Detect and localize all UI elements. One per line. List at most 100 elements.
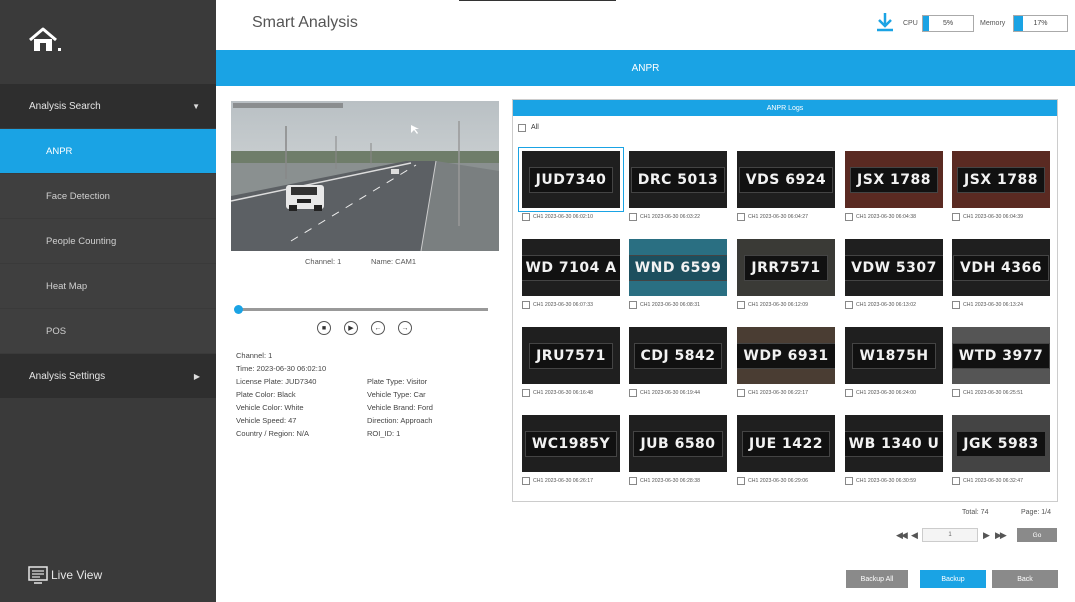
anpr-logs-panel: ANPR Logs All JUD7340 DRC 5013 VDS 6924 … <box>512 99 1058 502</box>
sidebar-item-people-counting[interactable]: People Counting <box>0 219 216 263</box>
log-thumbnail[interactable]: WC1985Y <box>522 415 620 472</box>
live-view-label: Live View <box>51 568 103 582</box>
timeline-handle[interactable] <box>234 305 243 314</box>
home-icon[interactable] <box>28 26 62 54</box>
log-checkbox[interactable] <box>845 213 853 221</box>
log-checkbox[interactable] <box>629 301 637 309</box>
log-checkbox[interactable] <box>522 301 530 309</box>
play-icon[interactable]: ▶ <box>344 321 358 335</box>
plate-text: JSX 1788 <box>850 166 938 193</box>
log-caption: CH1 2023-06-30 06:02:10 <box>533 214 593 220</box>
log-checkbox[interactable] <box>629 213 637 221</box>
plate-text: JSX 1788 <box>957 166 1045 193</box>
sidebar-item-face-detection[interactable]: Face Detection <box>0 174 216 218</box>
log-thumbnail[interactable]: WND 6599 <box>629 239 727 296</box>
logs-header: ANPR Logs <box>513 100 1057 116</box>
detail-vehicle-type: Vehicle Type: Car <box>367 390 426 399</box>
top-bar: Smart Analysis CPU 5% Memory 17% <box>216 0 1075 50</box>
log-thumbnail[interactable]: CDJ 5842 <box>629 327 727 384</box>
log-caption: CH1 2023-06-30 06:13:24 <box>963 302 1023 308</box>
log-thumbnail[interactable]: JSX 1788 <box>952 151 1050 208</box>
analysis-search-menu[interactable]: Analysis Search ▼ <box>0 84 216 128</box>
page-number-input[interactable]: 1 <box>922 528 978 542</box>
playback-timeline[interactable] <box>234 305 488 314</box>
sidebar-item-label: People Counting <box>46 235 117 247</box>
live-view-button[interactable]: Live View <box>28 566 102 584</box>
detail-license-plate: License Plate: JUD7340 <box>236 377 317 386</box>
log-thumbnail[interactable]: VDW 5307 <box>845 239 943 296</box>
plate-text: CDJ 5842 <box>633 342 723 369</box>
log-caption: CH1 2023-06-30 06:04:39 <box>963 214 1023 220</box>
log-checkbox[interactable] <box>522 389 530 397</box>
next-page-icon[interactable]: ▶ <box>983 530 990 541</box>
log-checkbox[interactable] <box>845 477 853 485</box>
log-checkbox[interactable] <box>522 213 530 221</box>
plate-text: WB 1340 U <box>845 430 943 457</box>
log-thumbnail[interactable]: VDS 6924 <box>737 151 835 208</box>
log-thumbnail[interactable]: JGK 5983 <box>952 415 1050 472</box>
previous-icon[interactable]: ← <box>371 321 385 335</box>
download-icon[interactable] <box>876 12 894 32</box>
log-caption: CH1 2023-06-30 06:29:06 <box>748 478 808 484</box>
backup-all-button[interactable]: Backup All <box>846 570 908 588</box>
log-checkbox[interactable] <box>737 477 745 485</box>
log-checkbox[interactable] <box>629 389 637 397</box>
log-checkbox[interactable] <box>952 213 960 221</box>
log-checkbox[interactable] <box>737 301 745 309</box>
log-checkbox[interactable] <box>952 477 960 485</box>
log-checkbox[interactable] <box>629 477 637 485</box>
select-all-checkbox[interactable] <box>518 124 526 132</box>
plate-text: JRU7571 <box>529 342 613 369</box>
log-checkbox[interactable] <box>845 389 853 397</box>
sidebar-item-anpr[interactable]: ANPR <box>0 129 216 173</box>
log-caption: CH1 2023-06-30 06:25:51 <box>963 390 1023 396</box>
stop-icon[interactable]: ■ <box>317 321 331 335</box>
plate-text: WDP 6931 <box>737 342 835 369</box>
plate-text: JUB 6580 <box>633 430 723 457</box>
log-checkbox[interactable] <box>737 389 745 397</box>
log-thumbnail[interactable]: VDH 4366 <box>952 239 1050 296</box>
sidebar-item-pos[interactable]: POS <box>0 309 216 353</box>
video-player[interactable] <box>231 101 499 251</box>
first-page-icon[interactable]: ◀◀ <box>896 530 908 541</box>
log-thumbnail[interactable]: JRR7571 <box>737 239 835 296</box>
cpu-label: CPU <box>903 20 918 27</box>
analysis-settings-menu[interactable]: Analysis Settings ▶ <box>0 354 216 398</box>
log-thumbnail[interactable]: WTD 3977 <box>952 327 1050 384</box>
log-thumbnail[interactable]: WD 7104 A <box>522 239 620 296</box>
backup-button[interactable]: Backup <box>920 570 986 588</box>
log-caption: CH1 2023-06-30 06:24:00 <box>856 390 916 396</box>
log-thumbnail[interactable]: JUE 1422 <box>737 415 835 472</box>
log-thumbnail[interactable]: WDP 6931 <box>737 327 835 384</box>
detail-time: Time: 2023-06-30 06:02:10 <box>236 364 327 373</box>
sidebar-item-heat-map[interactable]: Heat Map <box>0 264 216 308</box>
prev-page-icon[interactable]: ◀ <box>911 530 918 541</box>
sidebar-item-label: Face Detection <box>46 190 110 202</box>
memory-meter: 17% <box>1013 15 1068 32</box>
detail-vehicle-brand: Vehicle Brand: Ford <box>367 403 433 412</box>
log-thumbnail[interactable]: W1875H <box>845 327 943 384</box>
plate-text: WTD 3977 <box>952 342 1050 369</box>
plate-text: VDH 4366 <box>952 254 1049 281</box>
log-checkbox[interactable] <box>845 301 853 309</box>
log-thumbnail[interactable]: DRC 5013 <box>629 151 727 208</box>
last-page-icon[interactable]: ▶▶ <box>995 530 1007 541</box>
memory-fill <box>1014 16 1023 31</box>
log-thumbnail[interactable]: WB 1340 U <box>845 415 943 472</box>
next-icon[interactable]: → <box>398 321 412 335</box>
log-thumbnail[interactable]: JRU7571 <box>522 327 620 384</box>
analysis-settings-label: Analysis Settings <box>29 370 106 382</box>
go-button[interactable]: Go <box>1017 528 1057 542</box>
log-caption: CH1 2023-06-30 06:28:38 <box>640 478 700 484</box>
log-thumbnail[interactable]: JSX 1788 <box>845 151 943 208</box>
sidebar-item-label: POS <box>46 325 67 337</box>
live-view-icon <box>28 566 48 584</box>
log-thumbnail[interactable]: JUD7340 <box>518 147 624 212</box>
back-button[interactable]: Back <box>992 570 1058 588</box>
log-checkbox[interactable] <box>952 301 960 309</box>
log-checkbox[interactable] <box>522 477 530 485</box>
camera-name-caption: Name: CAM1 <box>371 257 417 266</box>
log-thumbnail[interactable]: JUB 6580 <box>629 415 727 472</box>
log-checkbox[interactable] <box>952 389 960 397</box>
log-checkbox[interactable] <box>737 213 745 221</box>
